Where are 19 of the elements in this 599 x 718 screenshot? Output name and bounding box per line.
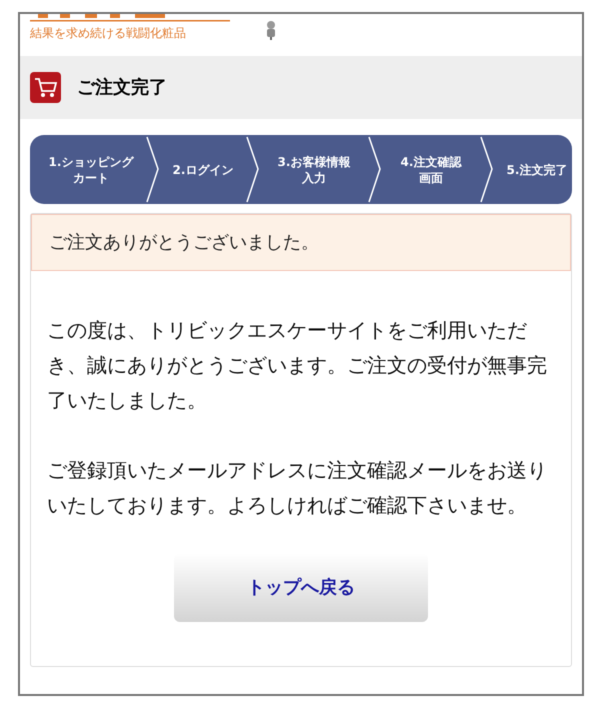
step-label: 4.注文確認 bbox=[400, 154, 462, 170]
tagline: 結果を求め続ける戦闘化粧品 bbox=[30, 25, 187, 42]
step-label: カート bbox=[73, 170, 109, 186]
chevron-icon bbox=[368, 135, 382, 204]
chevron-icon bbox=[480, 135, 494, 204]
figure-icon bbox=[265, 20, 277, 40]
cart-icon bbox=[30, 72, 61, 103]
chevron-icon bbox=[246, 135, 260, 204]
step-label: 入力 bbox=[302, 170, 326, 186]
page-title: ご注文完了 bbox=[77, 76, 167, 100]
step-label: 5.注文完了 bbox=[506, 162, 568, 178]
message-paragraph: この度は、トリビックエスケーサイトをご利用いただき、誠にありがとうございます。ご注文の受付が無事完了いたしました。 bbox=[47, 317, 547, 414]
chevron-icon bbox=[146, 135, 160, 204]
message-paragraph: ご登録頂いたメールアドレスに注文確認メールをお送りいたしております。よろしければご確認下さいませ。 bbox=[47, 457, 547, 519]
step-label: 画面 bbox=[419, 170, 443, 186]
step-label: 1.ショッピング bbox=[48, 154, 134, 170]
step-label: 2.ログイン bbox=[172, 162, 234, 178]
message-heading: ご注文ありがとうございました。 bbox=[49, 231, 319, 255]
step-label: 3.お客様情報 bbox=[278, 154, 350, 170]
